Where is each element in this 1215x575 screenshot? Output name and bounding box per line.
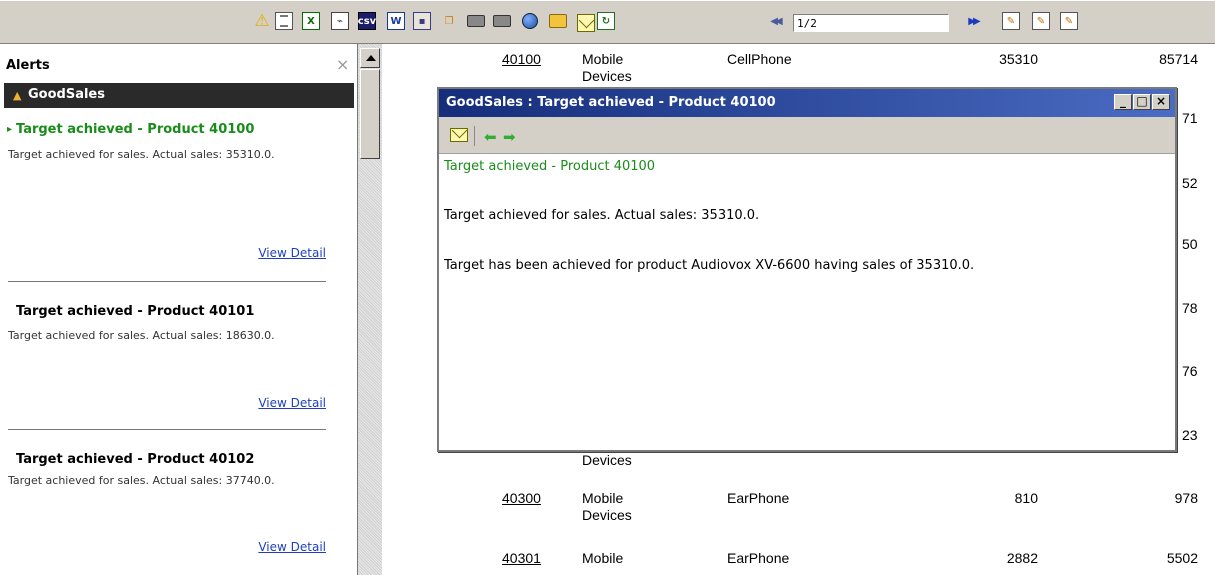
main-toolbar: ⚠ X ⌁ csv W ▪ ❐ ↻ ◀◀ ▶▶ ✎ ✎ ✎ bbox=[0, 0, 1215, 44]
view-detail-link[interactable]: View Detail bbox=[258, 246, 326, 260]
category-cell: Mobile Devices bbox=[582, 51, 632, 84]
product-cell: EarPhone bbox=[727, 550, 790, 566]
alert-item[interactable]: Target achieved - Product 40100 Target a… bbox=[7, 122, 326, 260]
popup-message: Target has been achieved for product Aud… bbox=[444, 258, 975, 273]
bell-icon: ▲ bbox=[13, 89, 22, 102]
alert-item[interactable]: Target achieved - Product 40101 Target a… bbox=[8, 304, 326, 410]
divider bbox=[8, 281, 326, 282]
alert-text: Target achieved for sales. Actual sales:… bbox=[8, 474, 275, 487]
minimize-button[interactable]: _ bbox=[1114, 94, 1132, 110]
warning-icon[interactable]: ⚠ bbox=[253, 11, 271, 31]
close-icon[interactable]: × bbox=[336, 55, 349, 74]
popup-titlebar[interactable]: GoodSales : Target achieved - Product 40… bbox=[439, 89, 1175, 117]
popup-toolbar: ⬅ ➡ bbox=[439, 117, 1175, 154]
alert-text: Target achieved for sales. Actual sales:… bbox=[8, 329, 275, 342]
alerts-group-label: GoodSales bbox=[28, 87, 105, 102]
csv-icon[interactable]: csv bbox=[358, 12, 376, 30]
toolbar-divider bbox=[474, 126, 475, 146]
category-cell: Mobile bbox=[582, 550, 624, 566]
alert-item[interactable]: Target achieved - Product 40102 Target a… bbox=[8, 452, 326, 554]
alerts-panel: Alerts × ▲ GoodSales Target achieved - P… bbox=[0, 44, 358, 575]
alerts-title: Alerts bbox=[6, 58, 50, 73]
refresh-icon[interactable]: ↻ bbox=[597, 12, 615, 30]
alert-title[interactable]: Target achieved - Product 40100 bbox=[7, 122, 278, 138]
category-cell: Mobile Devices bbox=[582, 490, 632, 523]
sales-cell: 810 bbox=[1014, 490, 1038, 506]
table-cell-fragment: 52 bbox=[1182, 175, 1198, 191]
target-cell: 85714 bbox=[1159, 51, 1198, 67]
alert-title[interactable]: Target achieved - Product 40101 bbox=[8, 304, 278, 320]
back-arrow-icon[interactable]: ⬅ bbox=[484, 128, 497, 146]
edit-icon[interactable]: ✎ bbox=[1002, 12, 1020, 30]
scroll-up-button[interactable] bbox=[360, 48, 380, 68]
mail-icon[interactable] bbox=[450, 128, 468, 142]
edit-2-icon[interactable]: ✎ bbox=[1032, 12, 1050, 30]
product-cell: CellPhone bbox=[727, 51, 792, 67]
alerts-scrollbar[interactable] bbox=[358, 44, 382, 575]
table-cell-fragment: 71 bbox=[1182, 110, 1198, 126]
table-cell-fragment: Devices bbox=[582, 452, 632, 468]
table-row: 40301 Mobile EarPhone 2882 5502 bbox=[382, 550, 1215, 575]
table-cell-fragment: 50 bbox=[1182, 236, 1198, 252]
alert-detail-popup: GoodSales : Target achieved - Product 40… bbox=[437, 87, 1177, 452]
popup-heading: Target achieved - Product 40100 bbox=[444, 159, 656, 174]
edit-3-icon[interactable]: ✎ bbox=[1060, 12, 1078, 30]
view-icon[interactable] bbox=[275, 12, 293, 30]
last-page-icon[interactable]: ▶▶ bbox=[958, 12, 988, 30]
alert-title[interactable]: Target achieved - Product 40102 bbox=[8, 452, 278, 468]
first-page-icon[interactable]: ◀◀ bbox=[760, 12, 790, 30]
table-cell-fragment: 78 bbox=[1182, 300, 1198, 316]
alerts-header: Alerts × bbox=[0, 44, 356, 81]
print-preview-icon[interactable] bbox=[493, 12, 511, 30]
print-icon[interactable] bbox=[467, 12, 485, 30]
folder-icon[interactable] bbox=[549, 12, 567, 30]
product-id-link[interactable]: 40300 bbox=[502, 490, 541, 506]
popup-message: Target achieved for sales. Actual sales:… bbox=[444, 208, 760, 223]
pdf-icon[interactable]: ⌁ bbox=[331, 12, 349, 30]
mail-icon[interactable] bbox=[577, 14, 595, 32]
product-id-link[interactable]: 40301 bbox=[502, 550, 541, 566]
maximize-button[interactable]: □ bbox=[1133, 94, 1151, 110]
target-cell: 5502 bbox=[1166, 550, 1198, 566]
view-detail-link[interactable]: View Detail bbox=[258, 540, 326, 554]
divider bbox=[8, 429, 326, 430]
sales-cell: 2882 bbox=[1006, 550, 1038, 566]
view-detail-link[interactable]: View Detail bbox=[258, 396, 326, 410]
target-cell: 978 bbox=[1174, 490, 1198, 506]
close-button[interactable]: × bbox=[1152, 94, 1170, 110]
product-id-link[interactable]: 40100 bbox=[502, 51, 541, 67]
scroll-thumb[interactable] bbox=[360, 69, 380, 159]
page-input[interactable] bbox=[793, 14, 949, 32]
table-row: 40300 Mobile Devices EarPhone 810 978 bbox=[382, 490, 1215, 535]
xml-icon[interactable]: ▪ bbox=[413, 12, 431, 30]
excel-icon[interactable]: X bbox=[302, 12, 320, 30]
table-cell-fragment: 76 bbox=[1182, 363, 1198, 379]
alerts-group-header[interactable]: ▲ GoodSales bbox=[4, 83, 354, 108]
forward-arrow-icon[interactable]: ➡ bbox=[503, 128, 516, 146]
table-cell-fragment: 23 bbox=[1182, 427, 1198, 443]
alert-text: Target achieved for sales. Actual sales:… bbox=[8, 148, 275, 161]
ppt-icon[interactable]: ❐ bbox=[440, 12, 458, 30]
popup-title: GoodSales : Target achieved - Product 40… bbox=[446, 95, 776, 110]
sales-cell: 35310 bbox=[999, 51, 1038, 67]
product-cell: EarPhone bbox=[727, 490, 790, 506]
globe-icon[interactable] bbox=[521, 12, 539, 30]
word-icon[interactable]: W bbox=[387, 12, 405, 30]
